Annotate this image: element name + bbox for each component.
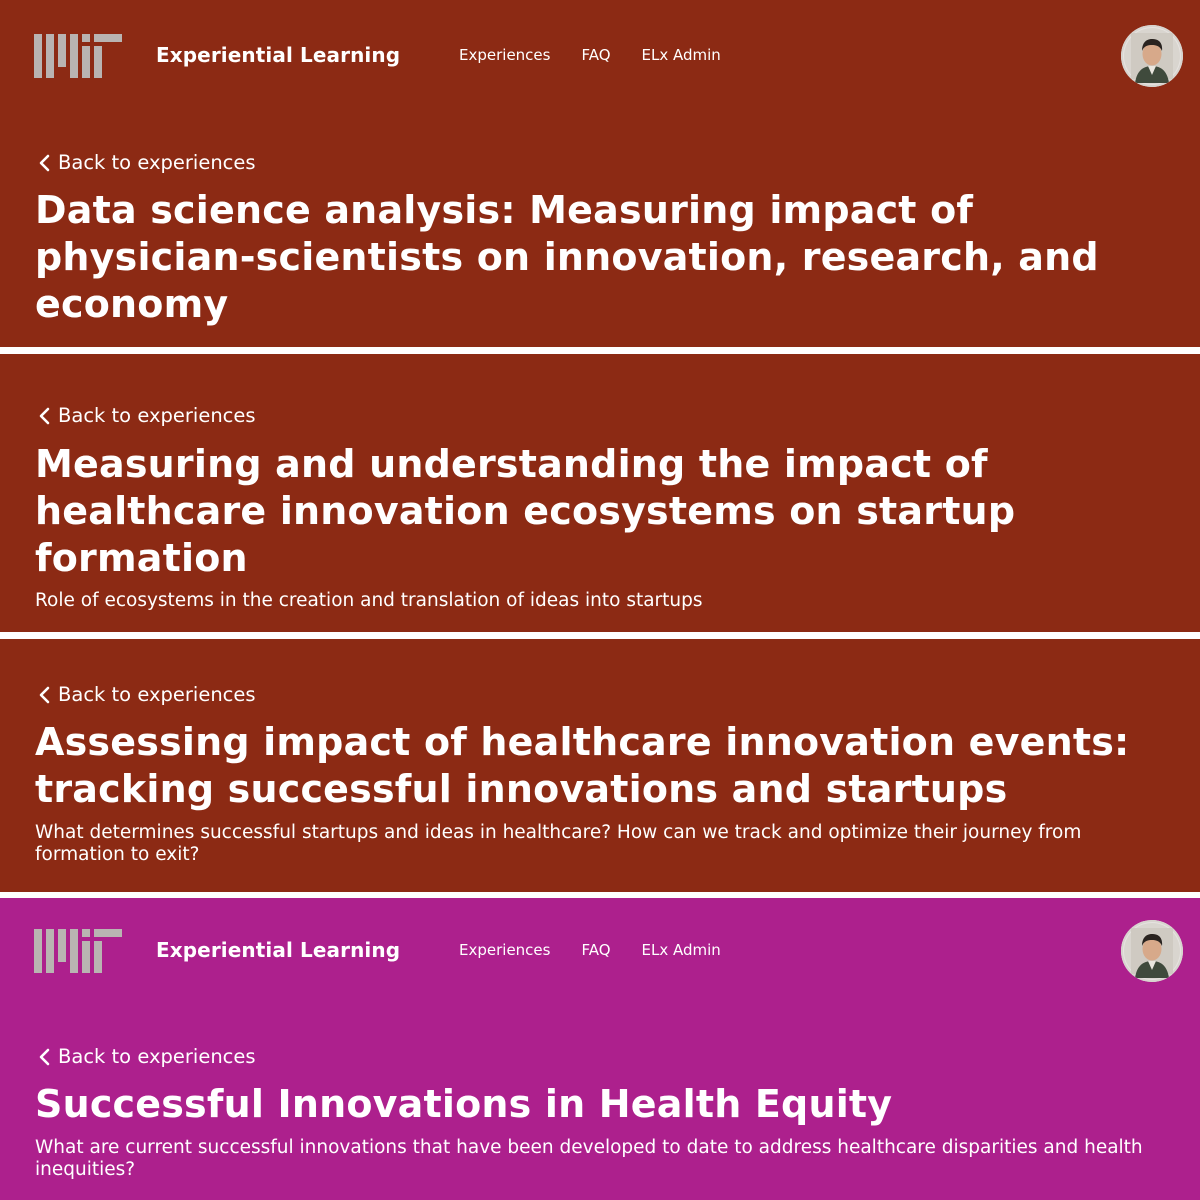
brand-name[interactable]: Experiential Learning	[156, 938, 400, 962]
user-avatar[interactable]	[1121, 25, 1183, 87]
brand-name[interactable]: Experiential Learning	[156, 43, 400, 67]
back-label: Back to experiences	[58, 404, 256, 427]
nav-link-elx-admin[interactable]: ELx Admin	[642, 46, 721, 64]
chevron-left-icon	[39, 154, 50, 171]
mit-logo[interactable]	[34, 34, 122, 78]
page-title: Measuring and understanding the impact o…	[35, 442, 1016, 580]
chevron-left-icon	[39, 686, 50, 703]
back-to-experiences-link[interactable]: Back to experiences	[38, 404, 256, 427]
nav-link-elx-admin[interactable]: ELx Admin	[642, 941, 721, 959]
back-to-experiences-link[interactable]: Back to experiences	[38, 683, 256, 706]
back-to-experiences-link[interactable]: Back to experiences	[38, 1045, 256, 1068]
page-subtitle: What determines successful startups and …	[35, 822, 1082, 865]
experience-header-3: Back to experiences Assessing impact of …	[0, 639, 1200, 892]
back-label: Back to experiences	[58, 151, 256, 174]
back-to-experiences-link[interactable]: Back to experiences	[38, 151, 256, 174]
user-avatar[interactable]	[1121, 920, 1183, 982]
experience-header-1: Experiential Learning Experiences FAQ EL…	[0, 0, 1200, 347]
chevron-left-icon	[39, 407, 50, 424]
page-title: Successful Innovations in Health Equity	[35, 1082, 893, 1126]
back-label: Back to experiences	[58, 1045, 256, 1068]
experience-header-4: Experiential Learning Experiences FAQ EL…	[0, 898, 1200, 1200]
top-nav: Experiential Learning Experiences FAQ EL…	[0, 898, 1200, 1010]
nav-link-experiences[interactable]: Experiences	[459, 46, 550, 64]
page-subtitle: What are current successful innovations …	[35, 1137, 1143, 1180]
nav-link-faq[interactable]: FAQ	[581, 941, 610, 959]
chevron-left-icon	[39, 1048, 50, 1065]
mit-logo[interactable]	[34, 929, 122, 973]
back-label: Back to experiences	[58, 683, 256, 706]
nav-link-faq[interactable]: FAQ	[581, 46, 610, 64]
experience-header-2: Back to experiences Measuring and unders…	[0, 354, 1200, 632]
page-title: Data science analysis: Measuring impact …	[35, 188, 1099, 326]
nav-link-experiences[interactable]: Experiences	[459, 941, 550, 959]
page-title: Assessing impact of healthcare innovatio…	[35, 720, 1130, 811]
page-subtitle: Role of ecosystems in the creation and t…	[35, 590, 703, 611]
top-nav: Experiential Learning Experiences FAQ EL…	[0, 0, 1200, 112]
nav-links: Experiences FAQ ELx Admin	[459, 46, 721, 64]
nav-links: Experiences FAQ ELx Admin	[459, 941, 721, 959]
